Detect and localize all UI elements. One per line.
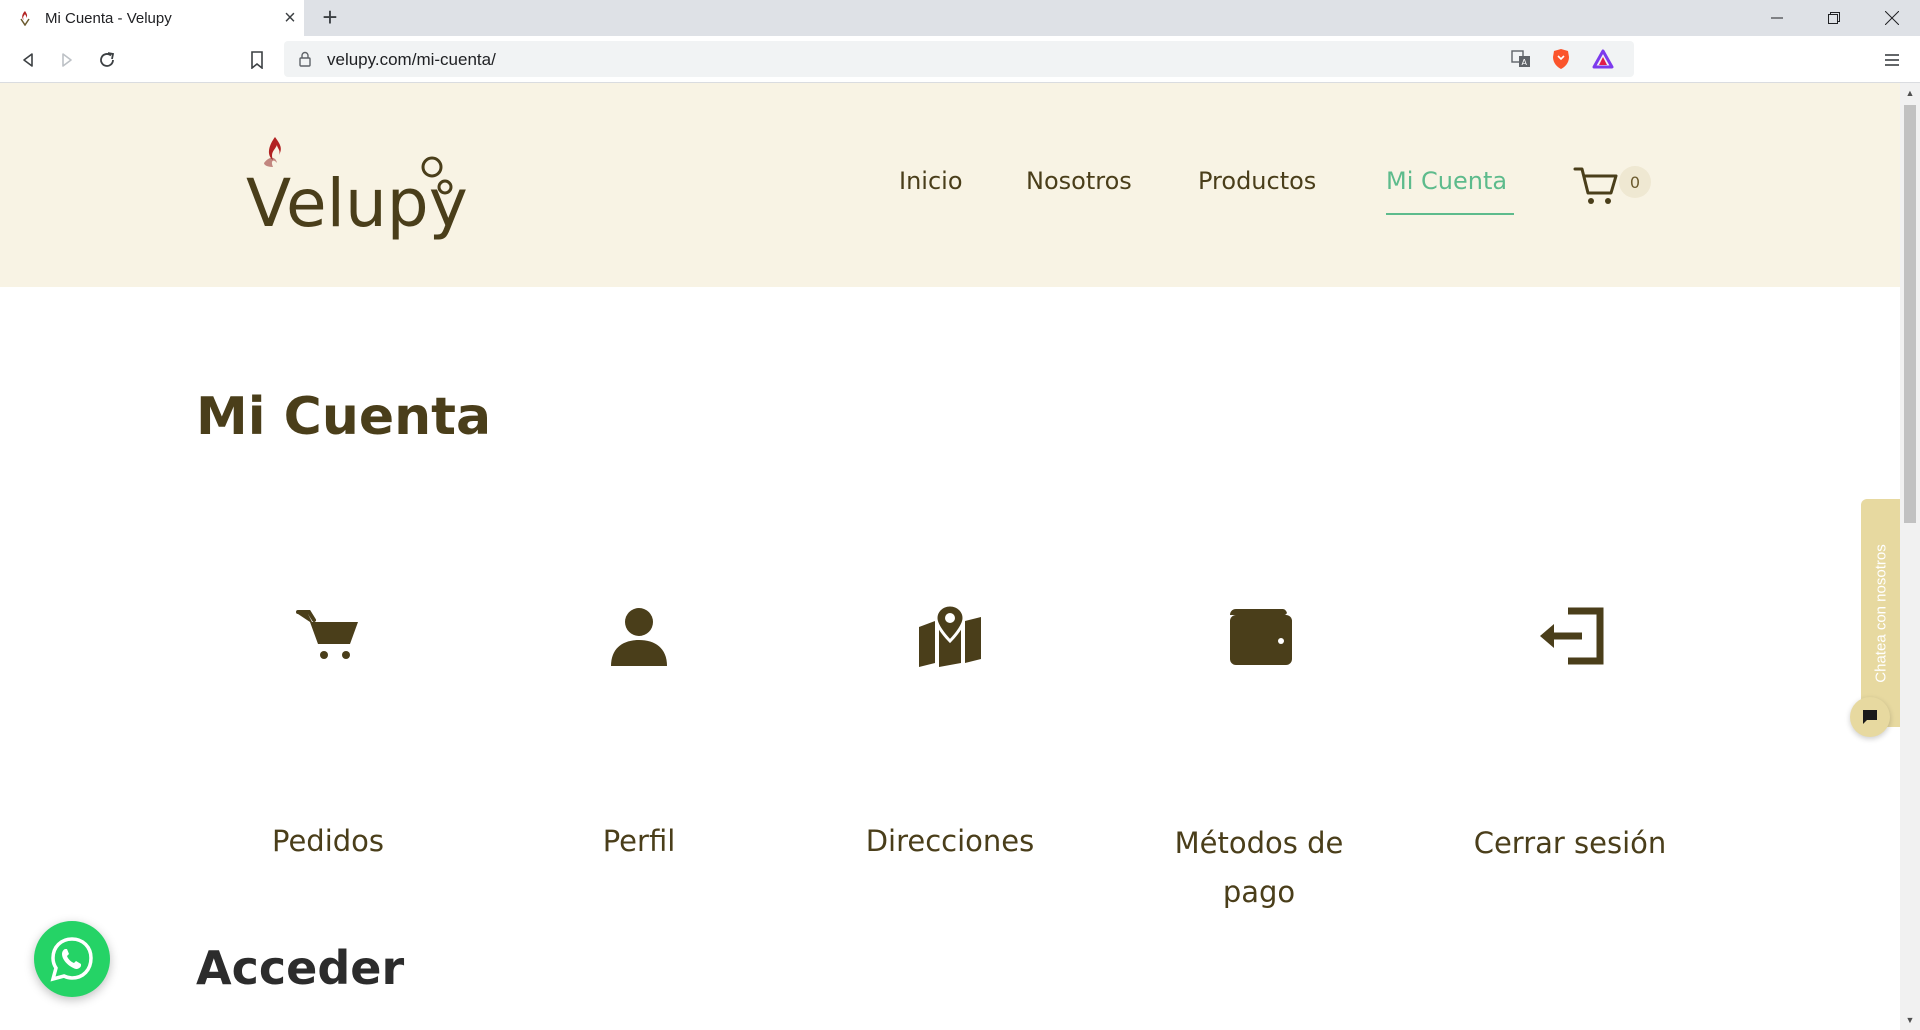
section-title-acceder: Acceder <box>196 941 405 995</box>
tab-title: Mi Cuenta - Velupy <box>45 10 172 27</box>
bookmark-icon <box>251 51 263 69</box>
chat-icon <box>1863 710 1877 724</box>
favicon-icon <box>20 11 30 26</box>
cart-count-badge: 0 <box>1619 166 1651 198</box>
account-item-direcciones[interactable]: Direcciones <box>790 817 1110 866</box>
site-header: Velupy Inicio Nosotros Productos Mi Cuen… <box>0 83 1900 287</box>
svg-text:Velupy: Velupy <box>246 165 468 242</box>
forward-arrow-icon <box>62 53 72 67</box>
account-item-metodos-pago-line1: Métodos de <box>1174 826 1344 860</box>
back-button[interactable] <box>14 46 42 74</box>
new-tab-button[interactable]: + <box>318 4 342 30</box>
account-item-pedidos[interactable]: Pedidos <box>168 817 488 866</box>
account-item-metodos-pago[interactable]: Métodos de pago <box>1099 819 1419 917</box>
account-item-cerrar-sesion[interactable]: Cerrar sesión <box>1410 819 1730 868</box>
map-pin-icon[interactable] <box>917 603 983 669</box>
brave-rewards-icon[interactable] <box>1591 47 1615 71</box>
close-window-button[interactable] <box>1864 0 1920 36</box>
close-icon <box>1885 11 1899 25</box>
chat-bubble-button[interactable] <box>1850 697 1890 737</box>
account-item-perfil[interactable]: Perfil <box>479 817 799 866</box>
browser-menu-button[interactable] <box>1880 46 1904 74</box>
brave-shield-icon[interactable] <box>1549 47 1573 71</box>
nav-nosotros[interactable]: Nosotros <box>1026 167 1132 195</box>
wallet-icon[interactable] <box>1228 603 1292 669</box>
minimize-icon <box>1771 17 1783 19</box>
reload-button[interactable] <box>93 46 121 74</box>
browser-tab[interactable]: Mi Cuenta - Velupy × <box>0 0 304 36</box>
chat-side-tab[interactable]: Chatea con nosotros <box>1861 499 1900 727</box>
scroll-down-arrow-icon[interactable]: ▼ <box>1900 1012 1920 1028</box>
menu-icon <box>1885 54 1899 66</box>
address-bar[interactable]: velupy.com/mi-cuenta/ A <box>284 41 1634 77</box>
scroll-up-arrow-icon[interactable]: ▲ <box>1900 85 1920 101</box>
browser-toolbar: velupy.com/mi-cuenta/ A <box>0 36 1920 83</box>
url-text[interactable]: velupy.com/mi-cuenta/ <box>327 50 496 70</box>
nav-inicio[interactable]: Inicio <box>899 167 963 195</box>
whatsapp-icon <box>50 937 93 982</box>
velupy-logo[interactable]: Velupy <box>244 135 498 245</box>
nav-productos[interactable]: Productos <box>1198 167 1316 195</box>
page-viewport: Velupy Inicio Nosotros Productos Mi Cuen… <box>0 83 1900 1030</box>
chat-tab-label: Chatea con nosotros <box>1872 543 1890 683</box>
translate-icon[interactable]: A <box>1509 47 1533 71</box>
close-tab-icon[interactable]: × <box>280 7 300 29</box>
svg-text:A: A <box>1522 58 1528 67</box>
restore-button[interactable] <box>1806 0 1862 36</box>
page-title: Mi Cuenta <box>196 387 492 447</box>
back-arrow-icon <box>23 53 33 67</box>
nav-mi-cuenta[interactable]: Mi Cuenta <box>1386 167 1507 195</box>
account-item-metodos-pago-line2: pago <box>1222 875 1296 909</box>
restore-icon <box>1828 12 1840 24</box>
logout-icon[interactable] <box>1538 603 1604 669</box>
scrollbar-thumb[interactable] <box>1904 105 1916 523</box>
cart-icon[interactable] <box>296 603 360 669</box>
forward-button[interactable] <box>53 46 81 74</box>
bookmark-button[interactable] <box>243 46 271 74</box>
active-nav-underline <box>1386 213 1514 215</box>
browser-tab-bar: Mi Cuenta - Velupy × + <box>0 0 1920 36</box>
reload-icon <box>100 52 115 67</box>
whatsapp-button[interactable] <box>34 921 110 997</box>
page-scrollbar[interactable]: ▲ ▼ <box>1900 83 1920 1030</box>
lock-icon <box>299 51 311 67</box>
minimize-button[interactable] <box>1749 0 1805 36</box>
header-cart-icon[interactable] <box>1573 163 1619 209</box>
user-icon[interactable] <box>607 603 671 669</box>
